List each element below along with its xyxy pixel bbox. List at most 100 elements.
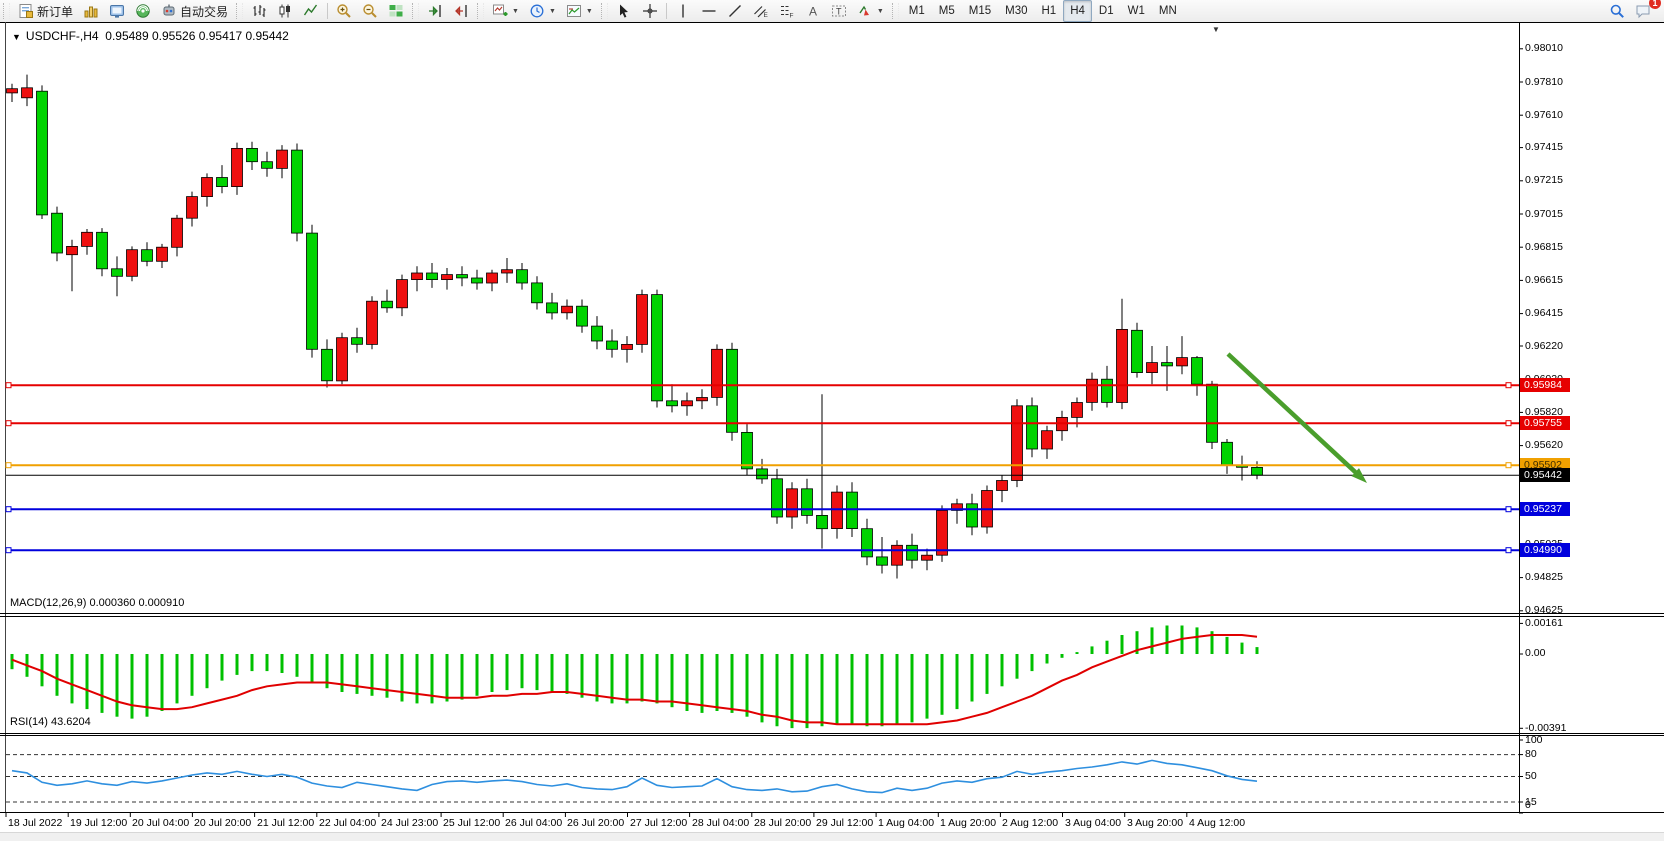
ohlc-close: 0.95442 (245, 29, 288, 43)
line-chart-type-button[interactable] (298, 0, 324, 22)
toolbar-grip (236, 3, 243, 19)
candle-body (1147, 363, 1158, 373)
candle-body (427, 273, 438, 280)
clock-icon (529, 3, 545, 19)
candle-body (502, 270, 513, 273)
new-order-button[interactable]: 新订单 (13, 0, 78, 22)
candle-body (442, 275, 453, 280)
trendline-tool-button[interactable] (722, 0, 748, 22)
candle-body (82, 232, 93, 246)
candle-body (967, 504, 978, 527)
candle-body (937, 510, 948, 555)
candle-body (472, 278, 483, 283)
candle-body (112, 269, 123, 277)
dropdown-caret-icon: ▼ (549, 8, 556, 15)
svg-text:E: E (763, 12, 768, 19)
crosshair-tool-button[interactable] (637, 0, 663, 22)
text-label-tool-button[interactable]: T (826, 0, 852, 22)
fibonacci-icon: F (779, 3, 795, 19)
indicators-button[interactable]: ▼ (487, 0, 524, 22)
candle-body (1192, 358, 1203, 385)
candle-body (1132, 330, 1143, 372)
timeframe-D1[interactable]: D1 (1092, 0, 1121, 22)
candle-body (367, 301, 378, 344)
auto-trading-button[interactable]: 自动交易 (156, 0, 233, 22)
candle-body (517, 270, 528, 283)
candle-body (262, 162, 273, 169)
fibonacci-tool-button[interactable]: F (774, 0, 800, 22)
candle-body (187, 197, 198, 219)
candle-body (52, 213, 63, 253)
candle-body (37, 91, 48, 215)
notifications-button[interactable]: 1 (1630, 0, 1656, 22)
timeframe-H4[interactable]: H4 (1063, 0, 1092, 22)
equidistant-channel-tool-button[interactable]: E (748, 0, 774, 22)
search-button[interactable] (1604, 0, 1630, 22)
vertical-line-tool-button[interactable] (670, 0, 696, 22)
timeframe-MN[interactable]: MN (1152, 0, 1184, 22)
candle-body (727, 349, 738, 432)
periods-button[interactable]: ▼ (524, 0, 561, 22)
toolbar-separator (666, 3, 667, 19)
candle-body (1102, 379, 1113, 402)
auto-trading-label: 自动交易 (180, 3, 228, 20)
channel-icon: E (753, 3, 769, 19)
candle-body (7, 89, 18, 93)
timeframe-M1[interactable]: M1 (902, 0, 932, 22)
horizontal-line-tool-button[interactable] (696, 0, 722, 22)
candle-body (772, 479, 783, 517)
cursor-tool-button[interactable] (611, 0, 637, 22)
chart-shift-button[interactable] (448, 0, 474, 22)
timeframe-H1[interactable]: H1 (1035, 0, 1064, 22)
candle-body (22, 88, 33, 98)
candlestick-icon (277, 3, 293, 19)
candle-body (817, 515, 828, 528)
timeframe-M30[interactable]: M30 (998, 0, 1034, 22)
arrows-tool-button[interactable]: ▼ (852, 0, 889, 22)
template-icon (566, 3, 582, 19)
trendline-icon (727, 3, 743, 19)
chart-canvas[interactable] (0, 22, 1664, 832)
auto-scroll-button[interactable] (422, 0, 448, 22)
macd-main-value: 0.000360 (89, 597, 135, 609)
candle-body (757, 469, 768, 479)
templates-button[interactable]: ▼ (561, 0, 598, 22)
candle-body (577, 306, 588, 326)
candle-body (592, 326, 603, 341)
svg-text:A: A (809, 5, 817, 19)
candle-body (1117, 329, 1128, 402)
charts-button[interactable] (78, 0, 104, 22)
toolbar-separator (327, 3, 328, 19)
candle-body (1042, 431, 1053, 449)
candle-body (1012, 406, 1023, 481)
timeframe-M5[interactable]: M5 (932, 0, 962, 22)
chart-window: 0.980100.978100.976100.974150.972150.970… (0, 22, 1664, 832)
toolbar-grip (477, 3, 484, 19)
terminal-button[interactable] (104, 0, 130, 22)
chart-shift-icon (453, 3, 469, 19)
mt4-terminal-window: 新订单 自动交易 (0, 0, 1664, 841)
zoom-in-button[interactable] (331, 0, 357, 22)
vertical-line-icon (675, 3, 691, 19)
toolbar-grip (892, 3, 899, 19)
candle-body (157, 247, 168, 261)
candlestick-type-button[interactable] (272, 0, 298, 22)
signals-button[interactable] (130, 0, 156, 22)
timeframe-buttons: M1M5M15M30H1H4D1W1MN (902, 0, 1184, 22)
candle-body (247, 148, 258, 161)
bar-chart-type-button[interactable] (246, 0, 272, 22)
tile-windows-button[interactable] (383, 0, 409, 22)
zoom-out-button[interactable] (357, 0, 383, 22)
timeframe-W1[interactable]: W1 (1121, 0, 1152, 22)
ohlc-open: 0.95489 (105, 29, 148, 43)
macd-name-label: MACD(12,26,9) (10, 597, 86, 609)
new-order-icon (18, 3, 34, 19)
candle-body (322, 349, 333, 381)
timeframe-M15[interactable]: M15 (962, 0, 998, 22)
candle-body (637, 295, 648, 345)
macd-signal-value: 0.000910 (138, 597, 184, 609)
text-label-icon: T (831, 3, 847, 19)
svg-text:F: F (789, 13, 793, 20)
text-tool-button[interactable]: A (800, 0, 826, 22)
chart-shift-marker-icon[interactable]: ▼ (1212, 25, 1220, 34)
